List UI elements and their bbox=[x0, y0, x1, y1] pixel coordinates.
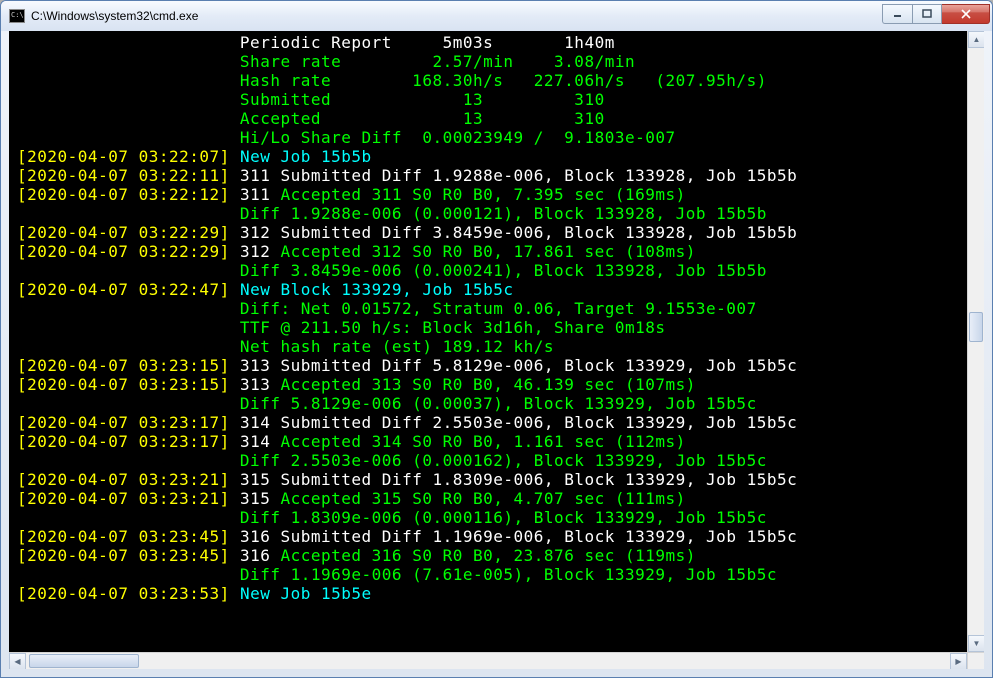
console-line: [2020-04-07 03:23:15] 313 Submitted Diff… bbox=[17, 356, 980, 375]
titlebar[interactable]: C:\Windows\system32\cmd.exe bbox=[1, 1, 992, 31]
console-line: Diff 1.1969e-006 (7.61e-005), Block 1339… bbox=[17, 565, 980, 584]
scroll-left-button[interactable]: ◀ bbox=[9, 653, 26, 669]
console-line: [2020-04-07 03:22:47] New Block 133929, … bbox=[17, 280, 980, 299]
scroll-down-button[interactable]: ▼ bbox=[968, 635, 984, 652]
console-line: [2020-04-07 03:23:53] New Job 15b5e bbox=[17, 584, 980, 603]
console-line: [2020-04-07 03:22:12] 311 Accepted 311 S… bbox=[17, 185, 980, 204]
close-button[interactable] bbox=[942, 4, 990, 24]
vertical-scrollbar[interactable]: ▲ ▼ bbox=[967, 31, 984, 652]
scrollbar-corner bbox=[967, 652, 984, 669]
console-line: Diff: Net 0.01572, Stratum 0.06, Target … bbox=[17, 299, 980, 318]
console-line: [2020-04-07 03:23:17] 314 Accepted 314 S… bbox=[17, 432, 980, 451]
cmd-window: C:\Windows\system32\cmd.exe Periodic Rep… bbox=[0, 0, 993, 678]
console-line: TTF @ 211.50 h/s: Block 3d16h, Share 0m1… bbox=[17, 318, 980, 337]
console-line: [2020-04-07 03:22:07] New Job 15b5b bbox=[17, 147, 980, 166]
console-line: [2020-04-07 03:23:45] 316 Accepted 316 S… bbox=[17, 546, 980, 565]
console-line: [2020-04-07 03:23:17] 314 Submitted Diff… bbox=[17, 413, 980, 432]
minimize-button[interactable] bbox=[882, 4, 912, 24]
console-line: Diff 3.8459e-006 (0.000241), Block 13392… bbox=[17, 261, 980, 280]
console-client-area: Periodic Report 5m03s 1h40m Share rate 2… bbox=[9, 31, 984, 669]
console-line: Diff 5.8129e-006 (0.00037), Block 133929… bbox=[17, 394, 980, 413]
console-line: [2020-04-07 03:23:21] 315 Accepted 315 S… bbox=[17, 489, 980, 508]
vertical-scroll-track[interactable] bbox=[968, 48, 984, 635]
scroll-right-button[interactable]: ▶ bbox=[950, 653, 967, 669]
vertical-scroll-thumb[interactable] bbox=[969, 312, 983, 342]
console-line: [2020-04-07 03:22:11] 311 Submitted Diff… bbox=[17, 166, 980, 185]
maximize-button[interactable] bbox=[912, 4, 942, 24]
console-line: [2020-04-07 03:23:21] 315 Submitted Diff… bbox=[17, 470, 980, 489]
window-title: C:\Windows\system32\cmd.exe bbox=[31, 9, 882, 23]
console-line: [2020-04-07 03:22:29] 312 Submitted Diff… bbox=[17, 223, 980, 242]
cmd-icon bbox=[9, 9, 25, 23]
console-line: Diff 1.8309e-006 (0.000116), Block 13392… bbox=[17, 508, 980, 527]
horizontal-scroll-thumb[interactable] bbox=[29, 654, 139, 668]
console-line: [2020-04-07 03:23:45] 316 Submitted Diff… bbox=[17, 527, 980, 546]
console-line: [2020-04-07 03:22:29] 312 Accepted 312 S… bbox=[17, 242, 980, 261]
console-line: Diff 1.9288e-006 (0.000121), Block 13392… bbox=[17, 204, 980, 223]
console-line: [2020-04-07 03:23:15] 313 Accepted 313 S… bbox=[17, 375, 980, 394]
console-output[interactable]: Periodic Report 5m03s 1h40m Share rate 2… bbox=[9, 31, 984, 605]
scroll-up-button[interactable]: ▲ bbox=[968, 31, 984, 48]
horizontal-scrollbar[interactable]: ◀ ▶ bbox=[9, 652, 967, 669]
console-line: Diff 2.5503e-006 (0.000162), Block 13392… bbox=[17, 451, 980, 470]
console-line: Net hash rate (est) 189.12 kh/s bbox=[17, 337, 980, 356]
